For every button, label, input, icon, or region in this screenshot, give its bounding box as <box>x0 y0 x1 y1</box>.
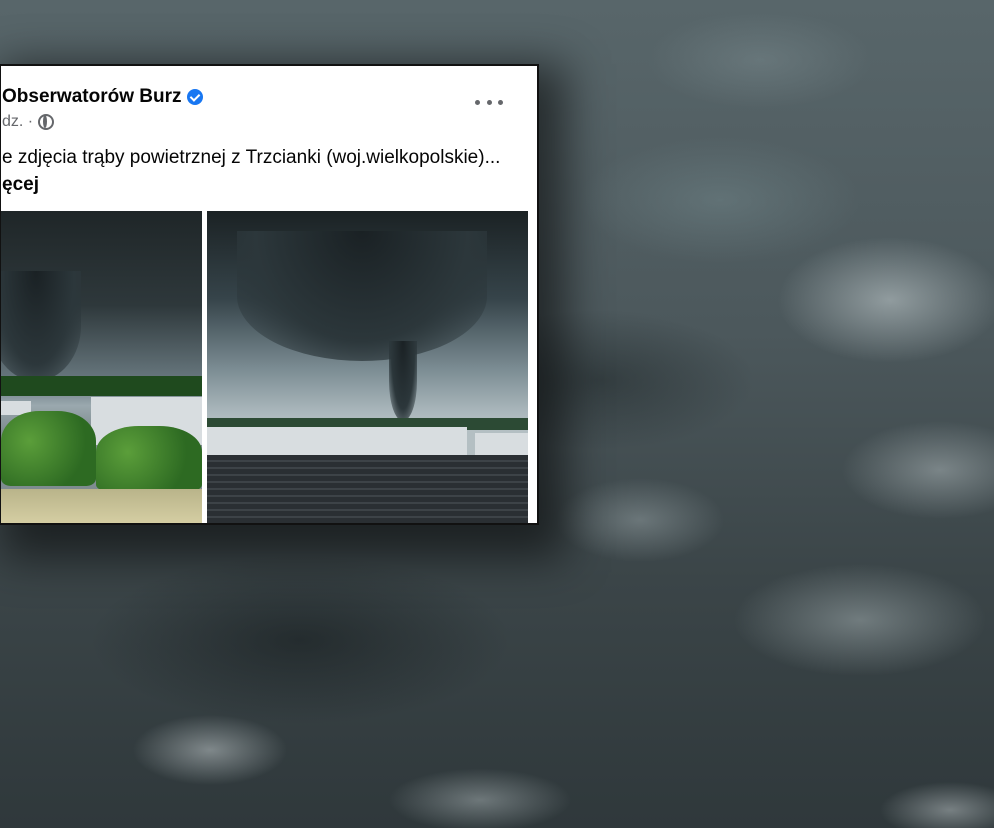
warehouse-building <box>475 433 528 455</box>
post-photo-right[interactable] <box>207 211 528 523</box>
verified-badge-icon <box>187 89 204 105</box>
globe-icon <box>38 114 55 130</box>
dot-icon <box>498 99 503 105</box>
funnel-cloud <box>237 231 487 361</box>
funnel-tail <box>389 341 417 421</box>
post-author: Obserwatorów Burz <box>2 86 204 108</box>
post-photo-left[interactable] <box>1 211 202 523</box>
more-options-button[interactable] <box>475 92 503 112</box>
solar-panels <box>207 455 528 523</box>
facebook-post-card: Obserwatorów Burz dz. · e zdjęcia trąby … <box>0 64 539 525</box>
dot-icon <box>475 99 480 105</box>
author-name[interactable]: Obserwatorów Burz <box>2 86 181 108</box>
dot-icon <box>486 99 492 105</box>
post-meta: dz. · <box>2 113 55 131</box>
green-bushes <box>1 411 96 486</box>
funnel-cloud <box>1 271 81 381</box>
post-text: e zdjęcia trąby powietrznej z Trzcianki … <box>2 147 501 168</box>
see-more-link[interactable]: ęcej <box>2 174 39 196</box>
green-bushes <box>96 426 202 491</box>
post-time[interactable]: dz. · <box>2 113 33 131</box>
warehouse-building <box>207 427 467 455</box>
tall-grass <box>1 489 202 523</box>
tree-line <box>1 376 202 396</box>
